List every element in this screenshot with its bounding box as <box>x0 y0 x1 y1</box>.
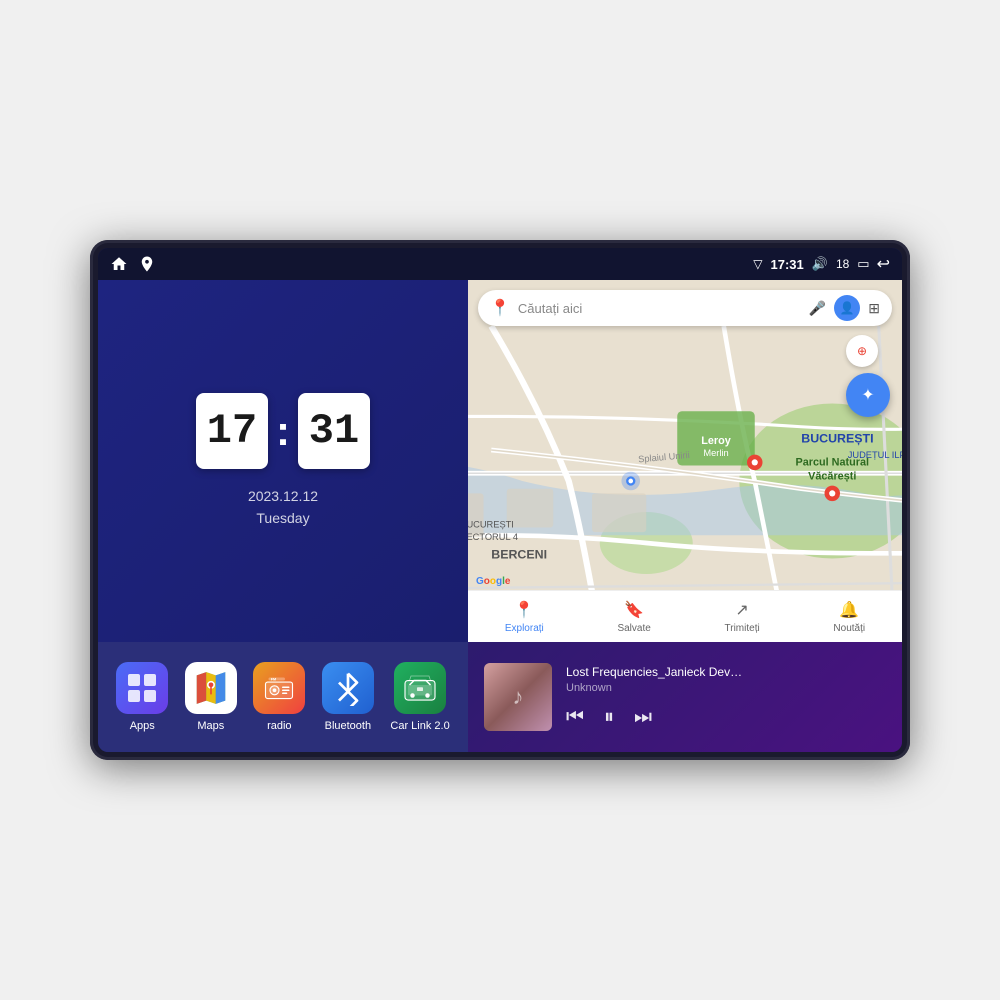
compass-btn[interactable]: ⊕ <box>846 335 878 367</box>
album-art-image <box>484 663 552 731</box>
news-label: Noutăți <box>833 623 865 634</box>
apps-icon-img <box>116 662 168 714</box>
svg-text:Văcărești: Văcărești <box>808 470 856 482</box>
app-icon-bluetooth[interactable]: Bluetooth <box>322 662 374 732</box>
clock-date: 2023.12.12 Tuesday <box>248 485 318 530</box>
time-display: 17:31 <box>771 257 804 272</box>
clock-hour: 17 <box>196 393 268 469</box>
app-dock: Apps <box>98 642 468 752</box>
left-panel: 17 : 31 2023.12.12 Tuesday <box>98 280 468 752</box>
explore-icon: 📍 <box>514 600 534 620</box>
mic-icon[interactable]: 🎤 <box>809 300 826 317</box>
map-search-placeholder: Căutați aici <box>518 301 801 316</box>
maps-icon-img <box>185 662 237 714</box>
saved-label: Salvate <box>617 623 650 634</box>
saved-icon: 🔖 <box>624 600 644 620</box>
music-info: Lost Frequencies_Janieck Devy-... Unknow… <box>566 665 886 729</box>
clock-display: 17 : 31 <box>196 393 370 469</box>
share-icon: ↗ <box>735 600 748 620</box>
svg-text:Merlin: Merlin <box>703 448 728 458</box>
carlink-icon-img <box>394 662 446 714</box>
bluetooth-label: Bluetooth <box>325 720 371 732</box>
back-icon[interactable]: ↩ <box>877 254 890 274</box>
svg-text:SECTORUL 4: SECTORUL 4 <box>468 532 518 542</box>
radio-label: radio <box>267 720 291 732</box>
svg-text:JUDEȚUL ILFOV: JUDEȚUL ILFOV <box>848 450 902 460</box>
screen: ▽ 17:31 🔊 18 ▭ ↩ 17 : 31 <box>98 248 902 752</box>
svg-text:Leroy: Leroy <box>701 435 731 447</box>
app-icon-apps[interactable]: Apps <box>116 662 168 732</box>
status-right: ▽ 17:31 🔊 18 ▭ ↩ <box>753 254 890 274</box>
radio-icon-img: FM <box>253 662 305 714</box>
map-nav-share[interactable]: ↗ Trimiteți <box>725 600 760 634</box>
map-nav-news[interactable]: 🔔 Noutăți <box>833 600 865 634</box>
home-icon[interactable] <box>110 255 128 273</box>
right-panel: 📍 Căutați aici 🎤 👤 ⊞ <box>468 280 902 752</box>
map-nav-saved[interactable]: 🔖 Salvate <box>617 600 650 634</box>
svg-text:BUCUREȘTI: BUCUREȘTI <box>468 520 514 530</box>
apps-label: Apps <box>130 720 155 732</box>
music-artist: Unknown <box>566 682 886 694</box>
app-icon-maps[interactable]: Maps <box>185 662 237 732</box>
battery-icon: ▭ <box>857 256 868 272</box>
share-label: Trimiteți <box>725 623 760 634</box>
location-btn[interactable]: ✦ <box>846 373 890 417</box>
status-left <box>110 255 156 273</box>
map-bottom-nav: 📍 Explorați 🔖 Salvate ↗ Trimiteți 🔔 <box>468 590 902 642</box>
next-button[interactable]: ⏭ <box>634 706 652 729</box>
device: ▽ 17:31 🔊 18 ▭ ↩ 17 : 31 <box>90 240 910 760</box>
volume-icon: 🔊 <box>812 256 828 272</box>
map-compass: ⊕ ✦ <box>846 335 890 417</box>
google-logo: Google <box>476 576 510 587</box>
main-content: 17 : 31 2023.12.12 Tuesday <box>98 280 902 752</box>
prev-button[interactable]: ⏮ <box>566 706 584 729</box>
play-pause-button[interactable]: ⏸ <box>604 706 614 729</box>
app-icon-carlink[interactable]: Car Link 2.0 <box>390 662 449 732</box>
music-player: Lost Frequencies_Janieck Devy-... Unknow… <box>468 642 902 752</box>
app-icon-radio[interactable]: FM radio <box>253 662 305 732</box>
bluetooth-icon-img <box>322 662 374 714</box>
news-icon: 🔔 <box>839 600 859 620</box>
carlink-label: Car Link 2.0 <box>390 720 449 732</box>
maps-label: Maps <box>197 720 224 732</box>
clock-minute: 31 <box>298 393 370 469</box>
map-nav-explore[interactable]: 📍 Explorați <box>505 600 544 634</box>
music-title: Lost Frequencies_Janieck Devy-... <box>566 665 746 679</box>
status-bar: ▽ 17:31 🔊 18 ▭ ↩ <box>98 248 902 280</box>
map-search-icons: 🎤 👤 ⊞ <box>809 295 880 321</box>
clock-widget: 17 : 31 2023.12.12 Tuesday <box>98 280 468 642</box>
signal-icon: ▽ <box>753 257 762 271</box>
volume-level: 18 <box>836 257 849 271</box>
map-search-bar[interactable]: 📍 Căutați aici 🎤 👤 ⊞ <box>478 290 892 326</box>
svg-text:BUCUREȘTI: BUCUREȘTI <box>801 431 873 445</box>
svg-text:FM: FM <box>271 678 276 682</box>
music-controls: ⏮ ⏸ ⏭ <box>566 706 886 729</box>
explore-label: Explorați <box>505 623 544 634</box>
album-art <box>484 663 552 731</box>
clock-colon: : <box>276 407 290 455</box>
svg-text:BERCENI: BERCENI <box>491 548 547 562</box>
maps-pin-small-icon: 📍 <box>490 298 510 318</box>
map-area[interactable]: 📍 Căutați aici 🎤 👤 ⊞ <box>468 280 902 642</box>
maps-pin-icon[interactable] <box>138 255 156 273</box>
layers-icon[interactable]: ⊞ <box>868 300 880 317</box>
